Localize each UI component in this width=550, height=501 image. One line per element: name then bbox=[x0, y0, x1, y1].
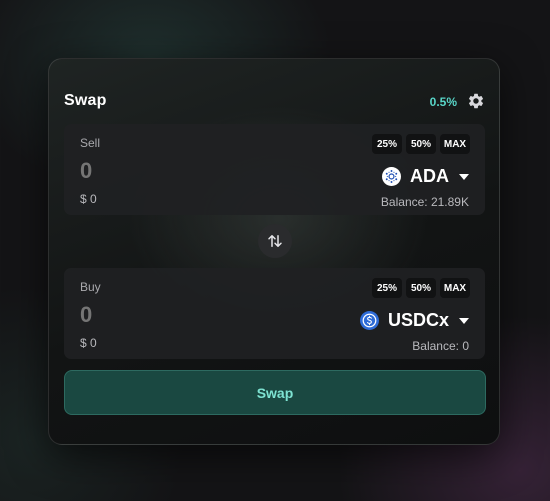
swap-button[interactable]: Swap bbox=[64, 370, 486, 415]
chevron-down-icon bbox=[459, 317, 469, 324]
usdc-icon bbox=[359, 311, 379, 330]
buy-panel: Buy 25% 50% MAX $ 0 USDCx Balance: 0 bbox=[64, 268, 485, 359]
gear-icon[interactable] bbox=[467, 92, 485, 110]
sell-token-name: ADA bbox=[410, 166, 449, 186]
switch-tokens-button[interactable] bbox=[258, 224, 292, 258]
sell-25-percent-button[interactable]: 25% bbox=[372, 134, 402, 154]
sell-token-selector[interactable]: ADA bbox=[382, 166, 469, 187]
sell-balance: Balance: 21.89K bbox=[380, 195, 469, 209]
buy-usd-value: $ 0 bbox=[80, 336, 97, 350]
cardano-icon bbox=[382, 167, 401, 186]
buy-amount-input[interactable] bbox=[80, 302, 230, 328]
buy-token-name: USDCx bbox=[387, 310, 449, 330]
buy-50-percent-button[interactable]: 50% bbox=[406, 278, 436, 298]
sell-amount-input[interactable] bbox=[80, 158, 230, 184]
chevron-down-icon bbox=[459, 173, 469, 180]
slippage-value[interactable]: 0.5% bbox=[430, 95, 457, 109]
buy-max-button[interactable]: MAX bbox=[440, 278, 470, 298]
buy-25-percent-button[interactable]: 25% bbox=[372, 278, 402, 298]
buy-token-selector[interactable]: USDCx bbox=[359, 310, 469, 331]
buy-balance: Balance: 0 bbox=[412, 339, 469, 353]
sell-usd-value: $ 0 bbox=[80, 192, 97, 206]
swap-arrows-icon bbox=[268, 235, 282, 247]
sell-label: Sell bbox=[80, 136, 101, 150]
sell-panel: Sell 25% 50% MAX $ 0 bbox=[64, 124, 485, 215]
sell-50-percent-button[interactable]: 50% bbox=[406, 134, 436, 154]
buy-label: Buy bbox=[80, 280, 101, 294]
sell-percent-buttons: 25% 50% MAX bbox=[372, 134, 470, 154]
swap-card: Swap 0.5% Sell 25% 50% MAX $ 0 bbox=[48, 58, 500, 445]
swap-title: Swap bbox=[64, 92, 107, 109]
sell-max-button[interactable]: MAX bbox=[440, 134, 470, 154]
buy-percent-buttons: 25% 50% MAX bbox=[372, 278, 470, 298]
